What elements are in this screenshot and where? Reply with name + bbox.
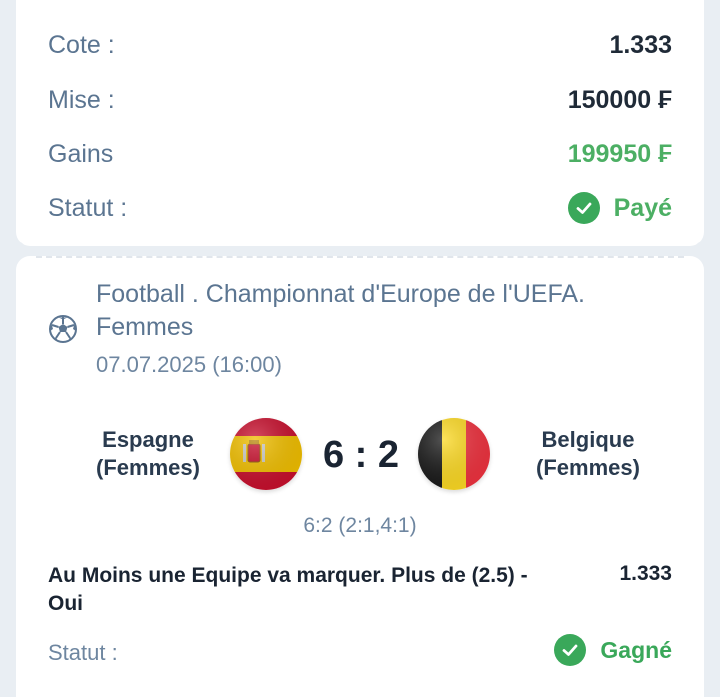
event-card: Football . Championnat d'Europe de l'UEF…: [16, 256, 704, 697]
bet-summary-card: Cote : 1.333 Mise : 150000 ₣ Gains 19995…: [16, 0, 704, 246]
odds-value: 1.333: [609, 30, 672, 59]
league-title: Football . Championnat d'Europe de l'UEF…: [96, 280, 585, 341]
event-datetime: 07.07.2025 (16:00): [96, 352, 282, 377]
winnings-row: Gains 199950 ₣: [48, 136, 672, 172]
home-team-name: Espagne (Femmes): [96, 427, 200, 480]
ticket-divider: [36, 256, 684, 258]
bet-selection: Au Moins une Equipe va marquer. Plus de …: [48, 564, 528, 615]
bet-status-label: Statut :: [48, 640, 118, 665]
match-score: 6 : 2: [322, 434, 400, 476]
winnings-label: Gains: [48, 139, 114, 168]
odds-label: Cote :: [48, 30, 115, 59]
status-value: Payé: [613, 193, 672, 222]
away-team-name: Belgique (Femmes): [536, 427, 640, 480]
status-row: Statut : Payé: [48, 190, 672, 226]
bet-status-indicator: Gagné: [554, 634, 672, 666]
belgium-flag-icon: [418, 418, 490, 490]
stake-label: Mise :: [48, 85, 115, 114]
winnings-value: 199950 ₣: [567, 139, 672, 168]
stake-value: 150000 ₣: [567, 85, 672, 114]
check-circle-icon: [554, 634, 587, 666]
spain-flag-icon: [230, 418, 302, 490]
bet-odds: 1.333: [619, 562, 672, 585]
football-icon: [49, 315, 77, 343]
status-indicator: Payé: [567, 192, 672, 224]
score-detail: 6:2 (2:1,4:1): [303, 514, 417, 537]
stake-row: Mise : 150000 ₣: [48, 82, 672, 118]
bet-status-value: Gagné: [600, 636, 672, 663]
check-circle-icon: [567, 192, 600, 224]
status-label: Statut :: [48, 193, 128, 222]
odds-row: Cote : 1.333: [48, 27, 672, 63]
